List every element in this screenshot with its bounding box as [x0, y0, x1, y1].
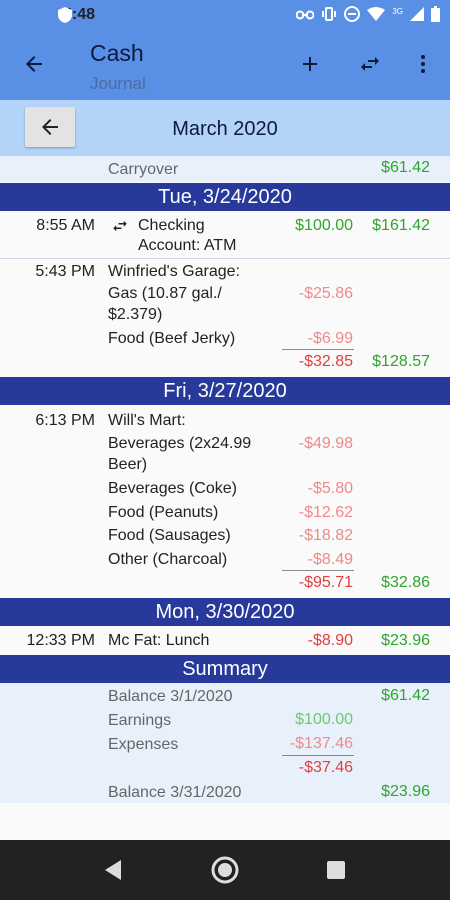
split-item-amount: -$18.82 [298, 527, 353, 544]
status-bar: 5:48 3G [0, 0, 450, 30]
transaction-amount: -$8.90 [307, 632, 353, 649]
split-item-amount: -$5.80 [307, 480, 353, 497]
transaction-time: 8:55 AM [36, 217, 95, 234]
app-bar: Cash Journal [0, 30, 450, 100]
nav-back-icon[interactable] [103, 859, 123, 886]
transaction-total: -$32.85 [298, 353, 353, 370]
transaction-amount: $100.00 [295, 217, 353, 234]
nav-recents-icon[interactable] [327, 861, 345, 884]
split-item-desc: Other (Charcoal) [108, 551, 228, 568]
transaction-time: 6:13 PM [35, 412, 95, 429]
shield-icon [58, 7, 72, 28]
transaction-time: 5:43 PM [35, 263, 95, 280]
carryover-balance: $61.42 [381, 159, 430, 176]
split-item-desc: Food (Peanuts) [108, 504, 219, 521]
key-icon [295, 8, 315, 26]
split-item-amount: -$12.62 [298, 504, 353, 521]
journal-list[interactable]: Carryover $61.42 Tue, 3/24/2020 8:55 AM … [0, 156, 450, 840]
battery-icon [431, 6, 440, 27]
transfer-icon [110, 217, 130, 240]
summary-underline [282, 755, 354, 756]
subtotal-underline [282, 349, 354, 350]
expenses-amount: -$137.46 [289, 735, 353, 752]
opening-balance: $61.42 [381, 687, 430, 704]
split-item-desc: Food (Sausages) [108, 527, 231, 544]
split-item-amount: -$8.49 [307, 551, 353, 568]
day-header: Fri, 3/27/2020 [0, 377, 450, 405]
transaction-desc-line1: Checking [138, 217, 205, 234]
split-item-desc: Beverages (2x24.99 [108, 435, 252, 452]
split-item-amount: -$49.98 [298, 435, 353, 452]
transaction-desc-line2: Account: ATM [138, 237, 237, 254]
transaction-balance: $128.57 [372, 353, 430, 370]
more-vert-icon[interactable] [411, 52, 435, 81]
summary-header: Summary [0, 655, 450, 683]
divider [0, 258, 450, 259]
back-arrow-icon[interactable] [22, 52, 46, 81]
nav-home-icon[interactable] [210, 855, 240, 890]
opening-balance-label: Balance 3/1/2020 [108, 688, 233, 705]
transaction-desc: Mc Fat: Lunch [108, 632, 210, 649]
split-item-amount: -$6.99 [307, 330, 353, 347]
transaction-payee: Will's Mart: [108, 412, 186, 429]
transaction-time: 12:33 PM [26, 632, 95, 649]
month-label: March 2020 [172, 118, 278, 140]
network-type: 3G [392, 7, 403, 16]
do-not-disturb-icon [344, 6, 361, 27]
day-header: Mon, 3/30/2020 [0, 598, 450, 626]
closing-balance: $23.96 [381, 783, 430, 800]
split-item-desc: Gas (10.87 gal./ [108, 285, 222, 302]
wifi-icon [367, 7, 386, 26]
split-item-desc: Food (Beef Jerky) [108, 330, 236, 347]
add-icon[interactable] [298, 52, 322, 81]
split-item-desc: Beverages (Coke) [108, 480, 237, 497]
app-subtitle: Journal [90, 74, 146, 93]
transaction-payee: Winfried's Garage: [108, 263, 240, 280]
app-title: Cash [90, 40, 144, 66]
signal-icon [410, 7, 424, 26]
earnings-label: Earnings [108, 712, 172, 729]
expenses-label: Expenses [108, 736, 179, 753]
split-item-amount: -$25.86 [298, 285, 353, 302]
status-time: 5:48 [62, 6, 95, 23]
month-navigation: March 2020 [0, 100, 450, 156]
subtotal-underline [282, 570, 354, 571]
net-change: -$37.46 [298, 759, 353, 776]
carryover-label: Carryover [108, 161, 179, 178]
carryover-row: Carryover $61.42 [0, 156, 450, 182]
split-item-desc-cont: Beer) [108, 456, 148, 473]
earnings-amount: $100.00 [295, 711, 353, 728]
split-item-desc-cont: $2.379) [108, 306, 163, 323]
transaction-balance: $161.42 [372, 217, 430, 234]
system-nav-bar [0, 840, 450, 900]
vibrate-icon [321, 6, 337, 27]
transaction-total: -$95.71 [298, 574, 353, 591]
transfer-icon[interactable] [358, 52, 382, 81]
transaction-balance: $32.86 [381, 574, 430, 591]
closing-balance-label: Balance 3/31/2020 [108, 784, 242, 801]
transaction-balance: $23.96 [381, 632, 430, 649]
day-header: Tue, 3/24/2020 [0, 183, 450, 211]
